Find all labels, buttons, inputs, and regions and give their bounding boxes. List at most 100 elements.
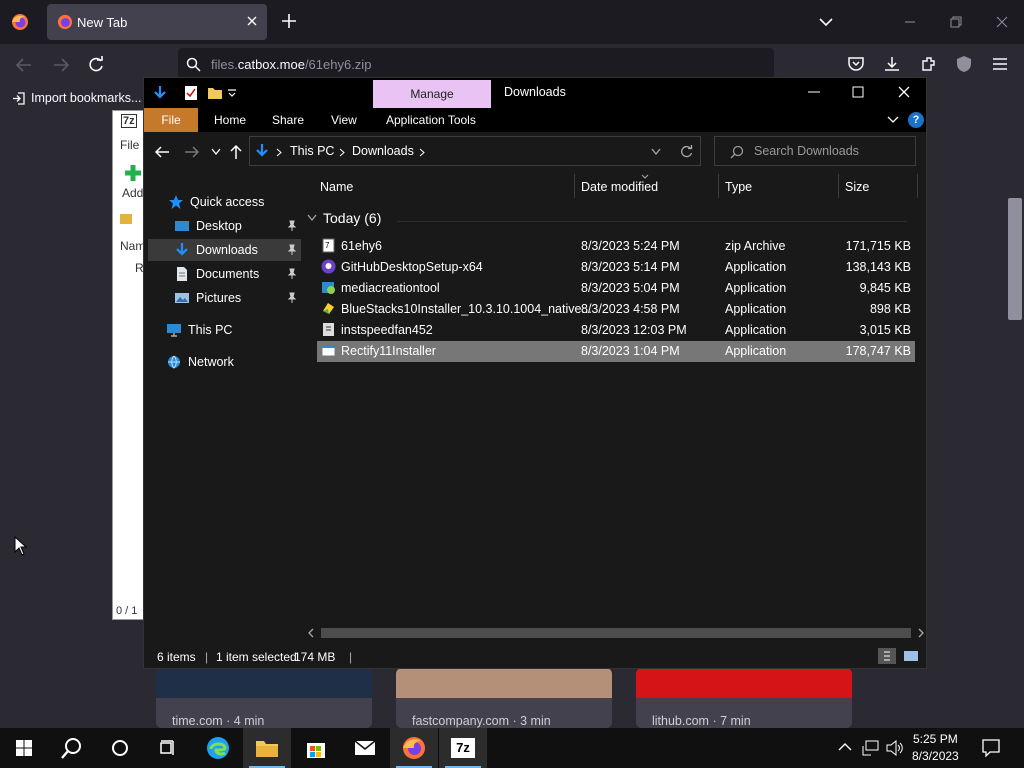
file-tab[interactable]: File: [144, 108, 198, 132]
volume-icon[interactable]: [886, 740, 904, 756]
help-icon[interactable]: ?: [908, 112, 924, 128]
list-all-tabs-icon[interactable]: [818, 14, 834, 30]
start-button[interactable]: [0, 728, 48, 768]
column-divider[interactable]: [917, 174, 918, 198]
pocket-icon[interactable]: [847, 55, 865, 73]
file-row[interactable]: mediacreationtool 8/3/2023 5:04 PM Applica…: [317, 278, 915, 299]
network-tray-icon[interactable]: [862, 740, 880, 756]
reload-icon[interactable]: [87, 56, 105, 74]
column-divider[interactable]: [838, 174, 839, 198]
pin-icon[interactable]: [286, 292, 297, 303]
edge-button[interactable]: [194, 728, 242, 768]
folder-up-icon[interactable]: [119, 211, 133, 225]
column-divider[interactable]: [718, 174, 719, 198]
nav-desktop[interactable]: Desktop: [174, 215, 242, 237]
back-icon[interactable]: [15, 57, 33, 73]
manage-context-tab[interactable]: Manage: [373, 80, 491, 108]
close-tab-icon[interactable]: [245, 14, 259, 28]
restore-icon[interactable]: [946, 12, 966, 32]
share-tab[interactable]: Share: [272, 113, 304, 127]
file-row[interactable]: BlueStacks10Installer_10.3.10.1004_nativ…: [317, 299, 915, 320]
store-button[interactable]: [292, 728, 340, 768]
forward-icon[interactable]: [184, 145, 200, 159]
pin-icon[interactable]: [286, 268, 297, 279]
add-icon[interactable]: [123, 163, 143, 183]
customize-toolbar-icon[interactable]: [227, 88, 237, 98]
nav-quick-access[interactable]: Quick access: [168, 191, 264, 213]
collapse-group-icon[interactable]: [307, 214, 317, 222]
large-icons-view-icon[interactable]: [903, 648, 919, 664]
address-bar[interactable]: files.catbox.moe/61ehy6.zip: [178, 48, 774, 80]
story-card[interactable]: time.com · 4 min: [156, 668, 372, 728]
search-box[interactable]: Search Downloads: [714, 136, 916, 166]
chevron-right-icon[interactable]: [339, 148, 345, 157]
column-size[interactable]: Size: [845, 180, 869, 194]
address-bar[interactable]: This PC Downloads: [249, 136, 701, 166]
search-button[interactable]: [48, 728, 96, 768]
nav-pictures[interactable]: Pictures: [174, 287, 241, 309]
expand-ribbon-icon[interactable]: [887, 114, 899, 126]
show-hidden-icons-icon[interactable]: [838, 741, 852, 753]
refresh-icon[interactable]: [680, 145, 693, 158]
file-explorer-button[interactable]: [243, 728, 291, 768]
quick-access-download-icon[interactable]: [152, 85, 168, 101]
address-history-icon[interactable]: [651, 148, 661, 156]
minimize-icon[interactable]: [900, 12, 920, 32]
scrollbar-thumb[interactable]: [321, 628, 911, 638]
up-icon[interactable]: [229, 144, 243, 160]
scroll-left-icon[interactable]: [307, 628, 315, 638]
page-scrollbar[interactable]: [1006, 112, 1024, 728]
nav-documents[interactable]: Documents: [174, 263, 259, 285]
notifications-icon[interactable]: [982, 739, 1000, 757]
extensions-icon[interactable]: [920, 55, 938, 73]
firefox-button[interactable]: [390, 728, 438, 768]
firefox-icon[interactable]: [11, 13, 29, 31]
chevron-right-icon[interactable]: [276, 148, 282, 157]
browser-tab[interactable]: New Tab: [47, 4, 267, 40]
group-header-today[interactable]: Today (6): [307, 210, 381, 226]
cortana-button[interactable]: [96, 728, 144, 768]
menu-icon[interactable]: [991, 55, 1009, 73]
details-view-icon[interactable]: [878, 648, 896, 664]
sevenzip-window[interactable]: 7z File Add Nam R 0 / 1: [112, 110, 146, 620]
column-type[interactable]: Type: [725, 180, 752, 194]
mail-button[interactable]: [341, 728, 389, 768]
view-tab[interactable]: View: [331, 113, 357, 127]
ublock-icon[interactable]: [955, 55, 973, 73]
sevenzip-file-menu[interactable]: File: [120, 138, 139, 152]
column-date-modified[interactable]: Date modified: [581, 180, 658, 194]
column-divider[interactable]: [574, 174, 575, 198]
system-clock[interactable]: 5:25 PM 8/3/2023: [912, 731, 959, 765]
pin-icon[interactable]: [286, 220, 297, 231]
file-row[interactable]: GitHubDesktopSetup-x64 8/3/2023 5:14 PM Ap…: [317, 257, 915, 278]
properties-icon[interactable]: [184, 85, 198, 101]
breadcrumb-downloads[interactable]: Downloads: [352, 144, 414, 158]
minimize-icon[interactable]: [806, 84, 822, 100]
file-row[interactable]: 7 61ehy6 8/3/2023 5:24 PM zip Archive 171,71…: [317, 236, 915, 257]
file-row[interactable]: Rectify11Installer 8/3/2023 1:04 PM Applic…: [317, 341, 915, 362]
new-folder-icon[interactable]: [207, 85, 223, 101]
breadcrumb-this-pc[interactable]: This PC: [290, 144, 334, 158]
sevenzip-button[interactable]: 7z: [439, 728, 487, 768]
nav-network[interactable]: Network: [166, 351, 234, 373]
application-tools-tab[interactable]: Application Tools: [386, 113, 476, 127]
forward-icon[interactable]: [52, 57, 70, 73]
nav-this-pc[interactable]: This PC: [166, 319, 232, 341]
pin-icon[interactable]: [286, 244, 297, 255]
close-icon[interactable]: [896, 84, 912, 100]
task-view-button[interactable]: [144, 728, 192, 768]
story-card[interactable]: lithub.com · 7 min: [636, 668, 852, 728]
scroll-right-icon[interactable]: [917, 628, 925, 638]
back-icon[interactable]: [154, 145, 170, 159]
maximize-icon[interactable]: [850, 84, 866, 100]
horizontal-scrollbar[interactable]: [307, 626, 925, 640]
home-tab[interactable]: Home: [214, 113, 246, 127]
new-tab-icon[interactable]: [280, 12, 298, 30]
story-card[interactable]: fastcompany.com · 3 min: [396, 668, 612, 728]
import-bookmarks-link[interactable]: Import bookmarks...: [12, 91, 141, 105]
chevron-right-icon[interactable]: [419, 148, 425, 157]
nav-downloads[interactable]: Downloads: [148, 239, 301, 261]
column-name[interactable]: Name: [320, 180, 353, 194]
file-row[interactable]: instspeedfan452 8/3/2023 12:03 PM Applicat…: [317, 320, 915, 341]
close-window-icon[interactable]: [992, 12, 1012, 32]
